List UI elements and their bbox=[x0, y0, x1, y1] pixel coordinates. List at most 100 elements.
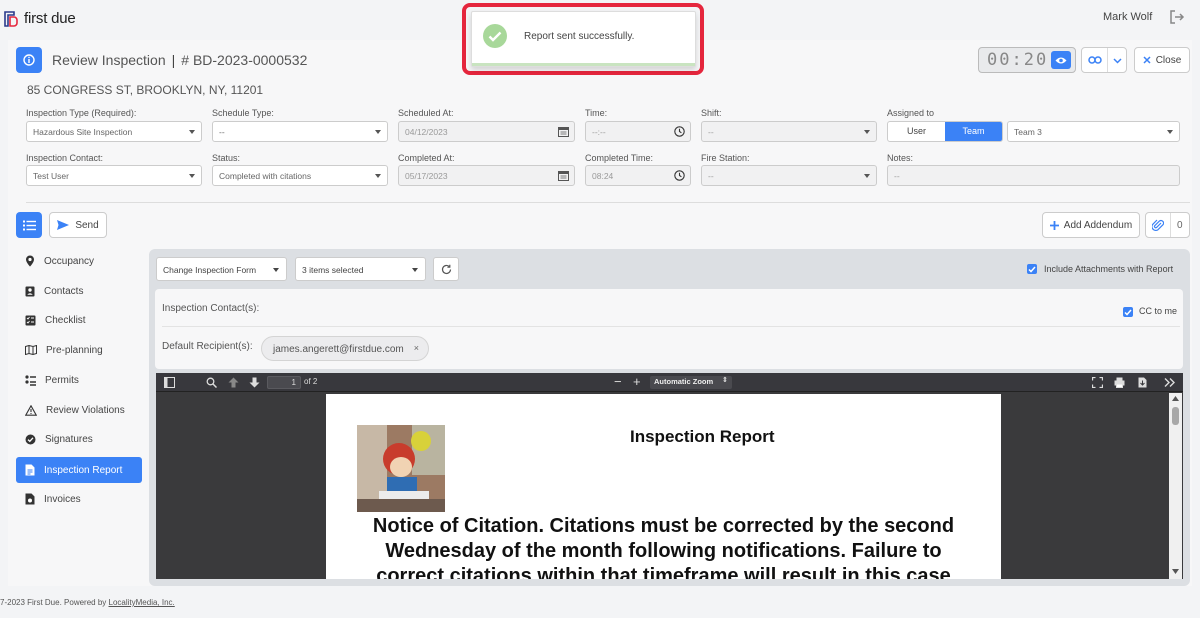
list-view-button[interactable] bbox=[16, 212, 42, 238]
caret-down-icon bbox=[189, 130, 195, 134]
next-page-icon[interactable] bbox=[249, 377, 260, 388]
completed-time-input[interactable]: 08:24 bbox=[585, 165, 691, 186]
pdf-scrollbar[interactable] bbox=[1169, 393, 1182, 579]
include-attachments-checkbox[interactable] bbox=[1027, 264, 1037, 274]
page-title: Review Inspection | # BD-2023-0000532 bbox=[52, 52, 307, 68]
scrollbar-thumb[interactable] bbox=[1172, 407, 1179, 425]
refresh-button[interactable] bbox=[433, 257, 459, 281]
report-photo-image bbox=[357, 425, 445, 512]
timer-visibility-button[interactable] bbox=[1051, 51, 1071, 69]
tools-menu-icon[interactable] bbox=[1164, 377, 1175, 388]
shift-select[interactable]: -- bbox=[701, 121, 877, 142]
caret-down-icon bbox=[864, 174, 870, 178]
paperclip-icon bbox=[1152, 219, 1164, 231]
sidebar-item-permits[interactable]: Permits bbox=[16, 367, 142, 393]
inspection-contact-value: Test User bbox=[33, 171, 69, 181]
shift-label: Shift: bbox=[701, 108, 722, 118]
status-label: Status: bbox=[212, 153, 241, 163]
zoom-select[interactable]: Automatic Zoom ⇕ bbox=[650, 376, 732, 389]
scheduled-at-input[interactable]: 04/12/2023 bbox=[398, 121, 575, 142]
add-addendum-button[interactable]: Add Addendum bbox=[1042, 212, 1140, 238]
assigned-team-option[interactable]: Team bbox=[945, 122, 1002, 141]
logo-text: first due bbox=[24, 10, 76, 27]
sidebar-item-contacts[interactable]: Contacts bbox=[16, 278, 142, 304]
sidebar-item-review-violations[interactable]: Review Violations bbox=[16, 397, 142, 423]
completed-time-value: 08:24 bbox=[592, 171, 614, 181]
scroll-down-icon[interactable] bbox=[1172, 569, 1179, 574]
sidebar-item-pre-planning[interactable]: Pre-planning bbox=[16, 337, 142, 363]
success-check-icon bbox=[483, 24, 507, 48]
caret-down-icon bbox=[1167, 130, 1173, 134]
attachments-divider bbox=[1170, 213, 1171, 237]
zoom-in-button[interactable]: + bbox=[633, 375, 641, 388]
sidebar-item-signatures[interactable]: Signatures bbox=[16, 426, 142, 452]
inspection-type-value: Hazardous Site Inspection bbox=[33, 127, 133, 137]
print-icon[interactable] bbox=[1114, 377, 1125, 388]
warning-icon bbox=[25, 404, 37, 416]
inspection-type-label: Inspection Type (Required): bbox=[26, 108, 137, 118]
include-attachments-label: Include Attachments with Report bbox=[1044, 264, 1174, 274]
assigned-user-option[interactable]: User bbox=[888, 122, 945, 141]
zoom-caret-icon: ⇕ bbox=[722, 377, 728, 384]
pdf-page: Inspection Report Notice of Citation. Ci… bbox=[326, 394, 1001, 579]
plus-icon bbox=[1049, 220, 1059, 230]
divider bbox=[26, 202, 1190, 203]
success-toast[interactable]: Report sent successfully. bbox=[471, 11, 696, 67]
scroll-up-icon[interactable] bbox=[1172, 396, 1179, 401]
change-inspection-form-select[interactable]: Change Inspection Form bbox=[156, 257, 287, 281]
clock-icon[interactable] bbox=[674, 126, 685, 137]
notes-value: -- bbox=[894, 171, 900, 181]
address: 85 CONGRESS ST, BROOKLYN, NY, 11201 bbox=[27, 83, 264, 97]
title-separator: | bbox=[171, 52, 176, 68]
logo[interactable]: first due bbox=[4, 10, 76, 27]
inspection-contact-select[interactable]: Test User bbox=[26, 165, 202, 186]
completed-at-input[interactable]: 05/17/2023 bbox=[398, 165, 575, 186]
calendar-icon[interactable] bbox=[558, 170, 569, 181]
chevron-down-icon[interactable] bbox=[1113, 58, 1122, 64]
sidebar-item-occupancy[interactable]: Occupancy bbox=[16, 248, 142, 274]
schedule-type-select[interactable]: -- bbox=[212, 121, 388, 142]
zoom-out-button[interactable]: − bbox=[614, 375, 622, 388]
fire-station-select[interactable]: -- bbox=[701, 165, 877, 186]
presentation-mode-icon[interactable] bbox=[1092, 377, 1103, 388]
user-name[interactable]: Mark Wolf bbox=[1103, 11, 1152, 23]
invoice-icon bbox=[25, 493, 35, 505]
sidebar-item-invoices[interactable]: Invoices bbox=[16, 486, 142, 512]
notes-label: Notes: bbox=[887, 153, 914, 163]
cc-to-me-checkbox[interactable] bbox=[1123, 307, 1133, 317]
time-input[interactable]: --:-- bbox=[585, 121, 691, 142]
completed-at-label: Completed At: bbox=[398, 153, 455, 163]
send-button[interactable]: Send bbox=[49, 212, 107, 238]
notes-input[interactable]: -- bbox=[887, 165, 1180, 186]
sidebar-item-checklist[interactable]: Checklist bbox=[16, 307, 142, 333]
info-button[interactable] bbox=[16, 47, 42, 73]
checkmark-icon bbox=[1124, 309, 1132, 316]
attachments-button[interactable]: 0 bbox=[1145, 212, 1190, 238]
items-selected-select[interactable]: 3 items selected bbox=[295, 257, 426, 281]
footer-link[interactable]: LocalityMedia, Inc. bbox=[109, 598, 175, 607]
download-icon[interactable] bbox=[1137, 377, 1148, 388]
inspection-type-select[interactable]: Hazardous Site Inspection bbox=[26, 121, 202, 142]
close-button[interactable]: Close bbox=[1134, 47, 1190, 73]
previous-page-icon[interactable] bbox=[228, 377, 239, 388]
page-number-input[interactable]: 1 bbox=[267, 376, 301, 389]
remove-recipient-icon[interactable]: × bbox=[414, 343, 419, 353]
link-menu-button[interactable] bbox=[1081, 47, 1127, 73]
report-icon bbox=[25, 464, 35, 476]
toast-message: Report sent successfully. bbox=[524, 31, 635, 42]
sidebar-toggle-icon[interactable] bbox=[164, 377, 175, 388]
sidebar-item-label: Signatures bbox=[45, 433, 93, 445]
search-icon[interactable] bbox=[206, 377, 217, 388]
logout-icon[interactable] bbox=[1169, 9, 1185, 25]
team-select[interactable]: Team 3 bbox=[1007, 121, 1180, 142]
items-selected-value: 3 items selected bbox=[302, 265, 364, 275]
caret-down-icon bbox=[375, 130, 381, 134]
clock-icon[interactable] bbox=[674, 170, 685, 181]
time-value: --:-- bbox=[592, 127, 606, 137]
sidebar-item-inspection-report[interactable]: Inspection Report bbox=[16, 457, 142, 483]
status-select[interactable]: Completed with citations bbox=[212, 165, 388, 186]
time-label: Time: bbox=[585, 108, 608, 118]
map-icon bbox=[25, 345, 37, 355]
checklist-icon bbox=[25, 315, 36, 325]
calendar-icon[interactable] bbox=[558, 126, 569, 137]
